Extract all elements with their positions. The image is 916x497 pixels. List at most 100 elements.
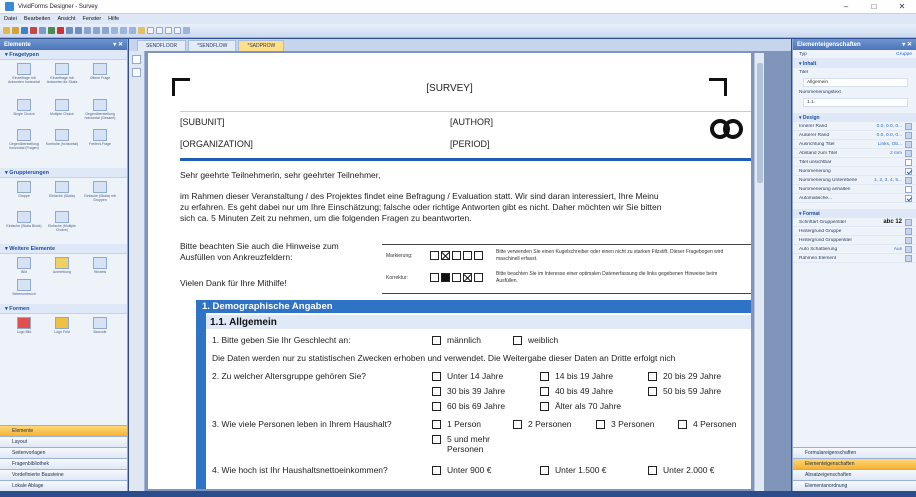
tab-absatzeigenschaften[interactable]: Absatzeigenschaften <box>793 469 916 480</box>
tool-seitenumbruch[interactable]: Seitenumbruch <box>6 279 42 301</box>
q1-option-weiblich[interactable]: weiblich <box>513 335 558 345</box>
tool-logo-feld[interactable]: Logo Feld <box>44 317 80 339</box>
edit-button[interactable] <box>905 236 912 244</box>
pin-icon[interactable]: ▾ ✕ <box>902 41 912 48</box>
print-icon[interactable] <box>30 27 37 34</box>
prop-row[interactable]: Hintergrund Gruppentitel <box>793 236 916 245</box>
checkbox[interactable] <box>905 194 912 202</box>
checkbox[interactable] <box>648 466 657 475</box>
author-field[interactable]: [AUTHOR] <box>450 117 493 127</box>
tool-einfache-skala[interactable]: Einfache (Skala) <box>44 181 80 211</box>
field-tool-icon[interactable] <box>165 27 172 34</box>
question-3[interactable]: 3. Wie viele Personen leben in Ihrem Hau… <box>212 419 392 429</box>
tool-gegenueberstellung-fragen[interactable]: Gegenüberstellung horizontal (Fragen) <box>6 129 42 165</box>
vertical-scrollbar[interactable] <box>754 53 764 491</box>
checkbox[interactable] <box>596 420 605 429</box>
section-title[interactable]: 1. Demographische Angaben <box>196 300 751 313</box>
survey-page[interactable]: [SURVEY] [SUBUNIT] [AUTHOR] [ORGANIZATIO… <box>148 53 751 489</box>
tool-einfache-skala-block[interactable]: Einfache (Skala Block) <box>6 211 42 241</box>
tool-einfache-multiple-choice[interactable]: Einfache (Multiple Choice) <box>44 211 80 241</box>
frame-tool-icon[interactable] <box>174 27 181 34</box>
box-tool-icon[interactable] <box>156 27 163 34</box>
tool-einfache-skala-gruppen[interactable]: Einfache (Skala) mit Gruppen <box>82 181 118 211</box>
tool-anmerkung[interactable]: Anmerkung <box>44 257 80 279</box>
tab-elemente[interactable]: Elemente <box>0 425 127 436</box>
q2-option[interactable]: 30 bis 39 Jahre <box>432 386 505 396</box>
align-center-icon[interactable] <box>120 27 127 34</box>
q1-option-maennlich[interactable]: männlich <box>432 335 481 345</box>
highlight-icon[interactable] <box>138 27 145 34</box>
tool-einzelfrage-skala[interactable]: Einzelfrage mit Antworten für Skala <box>44 63 80 99</box>
tab-fragenbibliothek[interactable]: Fragenbibliothek <box>0 458 127 469</box>
checkbox[interactable] <box>432 466 441 475</box>
edit-button[interactable] <box>905 218 912 226</box>
maximize-button[interactable]: □ <box>860 2 888 11</box>
tool-einzelfrage-horizontal[interactable]: Einzelfrage mit Antworten horizontal <box>6 63 42 99</box>
q2-option[interactable]: Älter als 70 Jahre <box>540 401 621 411</box>
organization-field[interactable]: [ORGANIZATION] <box>180 139 253 149</box>
edit-button[interactable] <box>905 149 912 157</box>
ruler-button[interactable] <box>132 68 141 77</box>
preview-icon[interactable] <box>39 27 46 34</box>
q2-option[interactable]: 60 bis 69 Jahre <box>432 401 505 411</box>
prop-section-inhalt[interactable]: ▾ Inhalt <box>793 59 916 68</box>
checkbox[interactable] <box>432 435 441 444</box>
question-1[interactable]: 1. Bitte geben Sie Ihr Geschlecht an: <box>212 335 350 345</box>
prop-row[interactable]: Titel unsichtbar <box>793 158 916 167</box>
tool-hinweis[interactable]: Hinweis <box>82 257 118 279</box>
ruler-button[interactable] <box>132 55 141 64</box>
prop-row[interactable]: Innerer Rand 0.0, 0.0, 0... <box>793 122 916 131</box>
q3-option[interactable]: 1 Person <box>432 419 481 429</box>
tab-seitenvorlagen[interactable]: Seitenvorlagen <box>0 447 127 458</box>
paste-icon[interactable] <box>102 27 109 34</box>
tab-elementanordnung[interactable]: Elementanordnung <box>793 480 916 491</box>
section-formen[interactable]: ▾ Formen <box>0 304 127 314</box>
menu-fenster[interactable]: Fenster <box>83 16 102 22</box>
edit-button[interactable] <box>905 245 912 253</box>
q3-option[interactable]: 5 und mehr Personen <box>432 434 502 454</box>
doc-tab-2[interactable]: *SENDFLOW <box>188 40 237 51</box>
undo-icon[interactable] <box>66 27 73 34</box>
edit-button[interactable] <box>905 122 912 130</box>
tab-vordefinierte-bausteine[interactable]: Vordefinierte Bausteine <box>0 469 127 480</box>
checkbox[interactable] <box>648 372 657 381</box>
tab-lokale-ablage[interactable]: Lokale Ablage <box>0 480 127 491</box>
q3-option[interactable]: 4 Personen <box>678 419 736 429</box>
prop-row[interactable]: Rahmen Element <box>793 254 916 263</box>
tab-layout[interactable]: Layout <box>0 436 127 447</box>
prop-row[interactable]: Äußerer Rand 0.0, 0.0, 0... <box>793 131 916 140</box>
hint-line-2[interactable]: Ausfüllen von Ankreuzfeldern: <box>180 252 380 263</box>
doc-tab-3[interactable]: *SADPROW <box>238 40 285 51</box>
subsection-title[interactable]: 1.1. Allgemein <box>206 315 751 329</box>
checkbox[interactable] <box>678 420 687 429</box>
checkbox[interactable] <box>905 158 912 166</box>
survey-title[interactable]: [SURVEY] <box>148 83 751 94</box>
prop-section-design[interactable]: ▾ Design <box>793 113 916 122</box>
edit-button[interactable] <box>905 176 912 184</box>
period-field[interactable]: [PERIOD] <box>450 139 490 149</box>
align-left-icon[interactable] <box>111 27 118 34</box>
checkbox[interactable] <box>432 420 441 429</box>
checkbox[interactable] <box>513 420 522 429</box>
zoom-icon[interactable] <box>183 27 190 34</box>
prop-row[interactable]: Automatische... <box>793 194 916 203</box>
save-icon[interactable] <box>21 27 28 34</box>
export-icon[interactable] <box>48 27 55 34</box>
prop-row[interactable]: Schriftart Gruppentitel abc 12 <box>793 218 916 227</box>
edit-button[interactable] <box>905 131 912 139</box>
prop-row[interactable]: Nummerierung <box>793 167 916 176</box>
q2-option[interactable]: 20 bis 29 Jahre <box>648 371 721 381</box>
minimize-button[interactable]: – <box>832 2 860 11</box>
marking-instructions[interactable]: Markierung: Bitte verwenden Sie einen Ku… <box>382 244 751 294</box>
checkbox[interactable] <box>540 402 549 411</box>
pin-icon[interactable]: ▾ ✕ <box>113 41 123 48</box>
scrollbar-thumb[interactable] <box>757 63 763 183</box>
tool-multiple-choice[interactable]: Multiple Choice <box>44 99 80 129</box>
copy-icon[interactable] <box>93 27 100 34</box>
question-2[interactable]: 2. Zu welcher Altersgruppe gehören Sie? <box>212 371 366 381</box>
cut-icon[interactable] <box>84 27 91 34</box>
tool-offene-frage[interactable]: Offene Frage <box>82 63 118 99</box>
q2-option[interactable]: Unter 14 Jahre <box>432 371 503 381</box>
prop-titel-input[interactable]: Allgemein <box>803 78 908 87</box>
tool-barcode[interactable]: Barcode <box>82 317 118 339</box>
